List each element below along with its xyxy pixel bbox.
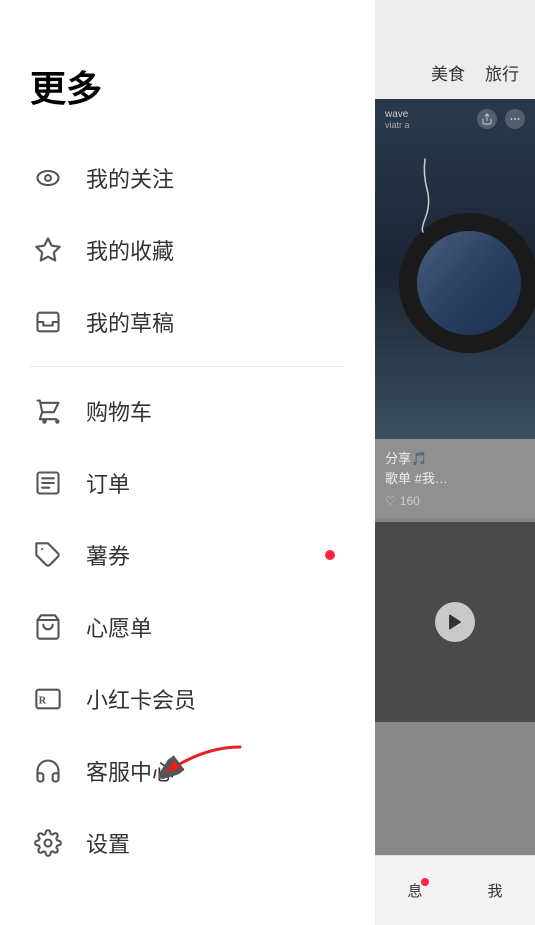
svg-text:R: R <box>39 696 47 707</box>
nav-me-label: 我 <box>487 880 502 901</box>
menu-item-cart[interactable]: 购物车 <box>0 375 375 447</box>
menu-item-follow[interactable]: 我的关注 <box>0 142 375 214</box>
cart-icon <box>30 393 66 429</box>
coupons-badge <box>325 550 335 560</box>
menu-item-vip[interactable]: R 小红卡会员 <box>0 663 375 735</box>
menu-item-label-cart: 购物车 <box>86 395 152 427</box>
card-user-labels: wave viatr a <box>385 109 410 130</box>
star-icon <box>30 232 66 268</box>
tag-icon <box>30 537 66 573</box>
inbox-icon <box>30 304 66 340</box>
menu-item-coupons[interactable]: 薯券 <box>0 519 375 591</box>
bag-icon <box>30 609 66 645</box>
gear-icon <box>30 825 66 861</box>
right-panel: 美食 旅行 wave viatr a <box>375 0 535 925</box>
card-image-1: wave viatr a <box>375 99 535 439</box>
card-action-icons <box>477 109 525 129</box>
card-share-text: 分享🎵 <box>385 449 525 469</box>
card-playlist-text: 歌单 #我… <box>385 469 525 489</box>
menu-item-label-favorites: 我的收藏 <box>86 234 174 266</box>
more-icon[interactable] <box>505 109 525 129</box>
play-button[interactable] <box>435 602 475 642</box>
menu-item-label-wishlist: 心愿单 <box>86 611 152 643</box>
card-bottom-info: 分享🎵 歌单 #我… ♡ 160 <box>375 439 535 518</box>
card-image-inner <box>375 99 535 439</box>
menu-item-label-drafts: 我的草稿 <box>86 306 174 338</box>
nav-item-me[interactable]: 我 <box>487 880 502 901</box>
menu-item-wishlist[interactable]: 心愿单 <box>0 591 375 663</box>
menu-item-label-settings: 设置 <box>86 827 130 859</box>
porthole-image <box>399 213 535 353</box>
category-travel[interactable]: 旅行 <box>485 60 519 85</box>
menu-panel: 更多 我的关注 我的收藏 我的草稿 <box>0 0 375 925</box>
menu-item-favorites[interactable]: 我的收藏 <box>0 214 375 286</box>
card-like-count: ♡ 160 <box>385 494 525 508</box>
right-top-bar: 美食 旅行 <box>375 0 535 99</box>
arrow-annotation <box>140 732 260 807</box>
bottom-nav: 息 我 <box>375 855 535 925</box>
card-icon: R <box>30 681 66 717</box>
menu-item-drafts[interactable]: 我的草稿 <box>0 286 375 358</box>
wave-line <box>395 154 455 234</box>
menu-item-orders[interactable]: 订单 <box>0 447 375 519</box>
headset-icon <box>30 753 66 789</box>
eye-icon <box>30 160 66 196</box>
share-icon[interactable] <box>477 109 497 129</box>
divider-1 <box>30 366 345 367</box>
page-title: 更多 <box>0 0 375 142</box>
menu-item-settings[interactable]: 设置 <box>0 807 375 879</box>
category-food[interactable]: 美食 <box>431 60 465 85</box>
page-container: 更多 我的关注 我的收藏 我的草稿 <box>0 0 535 925</box>
list-icon <box>30 465 66 501</box>
card-video-2[interactable] <box>375 522 535 722</box>
nav-item-messages[interactable]: 息 <box>407 880 422 901</box>
menu-item-label-follow: 我的关注 <box>86 162 174 194</box>
messages-badge <box>421 878 429 886</box>
menu-item-label-coupons: 薯券 <box>86 539 130 571</box>
menu-item-label-orders: 订单 <box>86 467 130 499</box>
menu-item-label-vip: 小红卡会员 <box>86 683 196 715</box>
